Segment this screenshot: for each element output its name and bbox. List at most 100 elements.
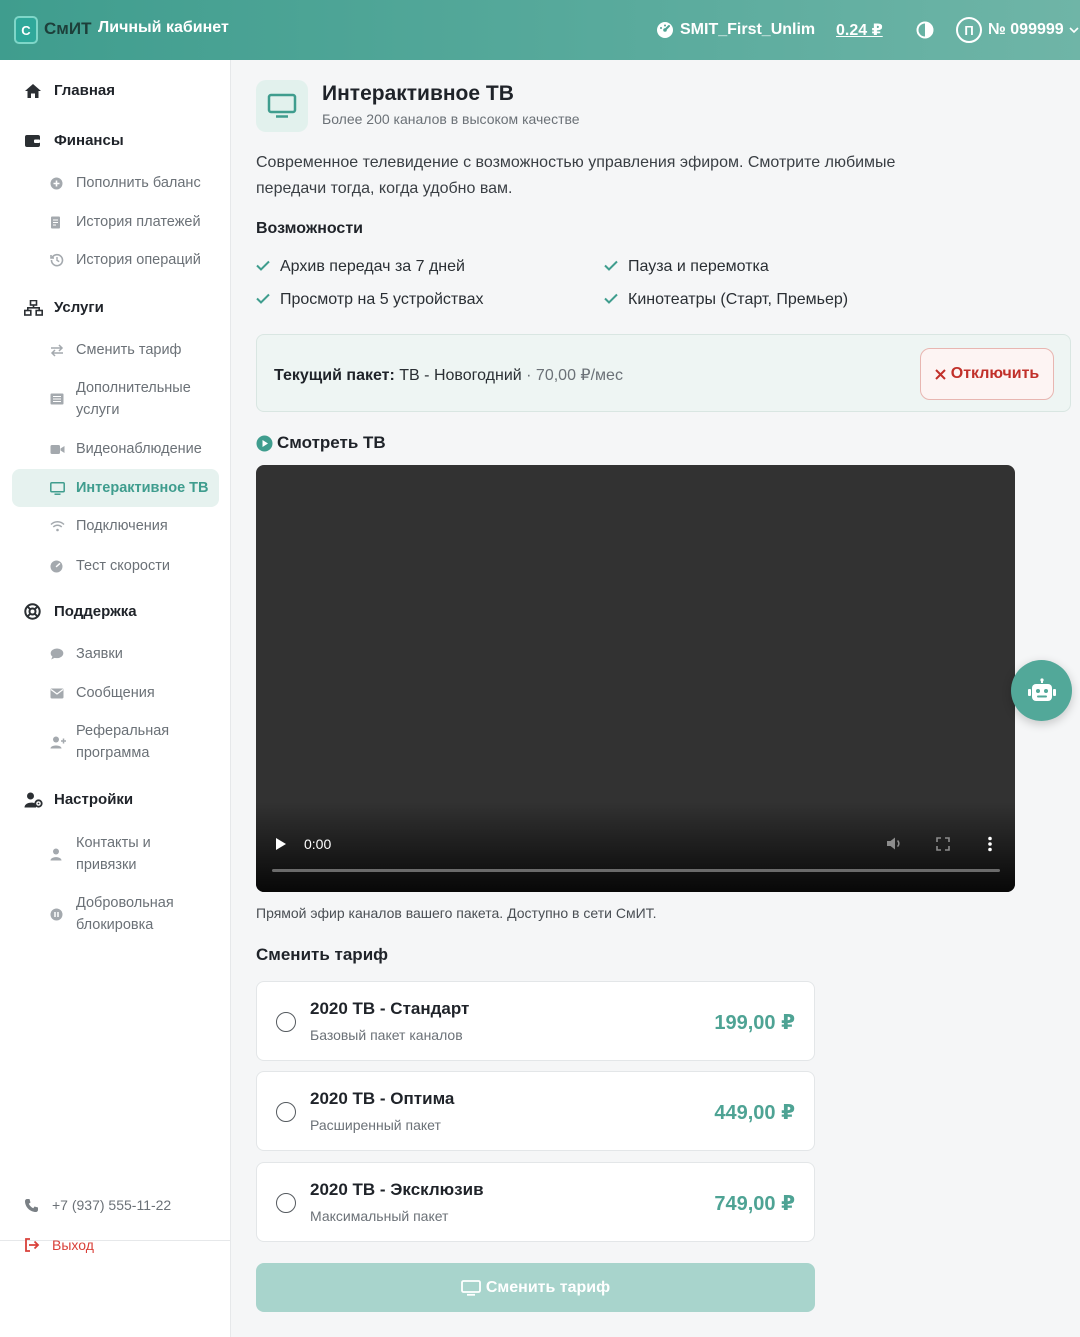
chat-bubble-icon <box>50 648 64 660</box>
logo-icon[interactable]: С <box>14 16 38 44</box>
lifebuoy-icon <box>24 603 41 620</box>
video-time: 0:00 <box>304 836 332 852</box>
support-phone[interactable]: +7 (937) 555-11-22 <box>24 1197 171 1213</box>
sidebar-item-label: Интерактивное ТВ <box>76 480 209 496</box>
tariff-name: 2020 ТВ - Эксклюзив <box>310 1180 484 1199</box>
sidebar-item-speed-test[interactable]: Тест скорости <box>12 547 219 585</box>
feature-label: Кинотеатры (Старт, Премьер) <box>628 291 849 308</box>
video-more-button[interactable] <box>987 836 993 857</box>
sidebar-item-tickets[interactable]: Заявки <box>12 635 219 673</box>
tariff-name: 2020 ТВ - Оптима <box>310 1089 455 1108</box>
check-icon <box>256 258 272 276</box>
pause-circle-icon <box>50 908 63 920</box>
sidebar-section-settings[interactable]: Настройки <box>24 791 133 808</box>
sidebar-item-label: Финансы <box>54 132 124 149</box>
sidebar-item-referral[interactable]: Реферальная программа <box>12 712 219 772</box>
sidebar-item-voluntary-block[interactable]: Добровольная блокировка <box>12 884 219 944</box>
user-icon <box>50 848 62 860</box>
current-package-label: Текущий пакет: <box>274 367 395 384</box>
phone-number: +7 (937) 555-11-22 <box>52 1197 172 1213</box>
check-icon <box>604 258 620 276</box>
sidebar-section-services[interactable]: Услуги <box>24 299 104 316</box>
swap-arrows-icon <box>50 343 64 357</box>
volume-icon <box>887 837 900 850</box>
balance-link[interactable]: 0.24 ₽ <box>836 0 883 60</box>
sidebar-item-payments[interactable]: История платежей <box>12 203 219 241</box>
sidebar-item-messages[interactable]: Сообщения <box>12 674 219 712</box>
video-camera-icon <box>50 444 65 454</box>
sidebar-item-label: Сообщения <box>76 685 155 701</box>
tariff-option[interactable]: 2020 ТВ - Стандарт Базовый пакет каналов… <box>256 981 815 1061</box>
sidebar-item-label: Дополнительные услуги <box>76 380 191 418</box>
sidebar-item-label: Видеонаблюдение <box>76 441 202 457</box>
sidebar-item-extra-services[interactable]: Дополнительные услуги <box>12 369 219 429</box>
tariff-radio[interactable] <box>276 1193 296 1213</box>
feature-item: Кинотеатры (Старт, Премьер) <box>604 291 848 309</box>
volume-button[interactable] <box>886 836 903 856</box>
logout-label: Выход <box>52 1237 94 1253</box>
wifi-icon <box>50 520 65 532</box>
logout-button[interactable]: Выход <box>24 1237 94 1253</box>
service-icon <box>256 80 308 132</box>
sidebar-section-finance[interactable]: Финансы <box>24 132 124 149</box>
account-name: SMIT_First_Unlim <box>680 21 816 38</box>
receipt-icon <box>51 216 60 228</box>
avatar: П <box>956 17 982 43</box>
feature-label: Просмотр на 5 устройствах <box>280 291 484 308</box>
tariff-radio[interactable] <box>276 1102 296 1122</box>
close-icon <box>935 368 946 380</box>
fullscreen-icon <box>936 837 950 851</box>
change-tariff-label: Сменить тариф <box>485 1278 611 1296</box>
current-package-price: · 70,00 ₽/мес <box>526 367 623 384</box>
robot-icon <box>1027 677 1056 701</box>
tariff-option[interactable]: 2020 ТВ - Эксклюзив Максимальный пакет 7… <box>256 1162 815 1242</box>
logout-icon <box>25 1238 40 1252</box>
speedometer-icon <box>50 560 63 572</box>
tariff-description: Расширенный пакет <box>310 1117 441 1133</box>
sidebar-item-change-tariff[interactable]: Сменить тариф <box>12 331 219 369</box>
play-button[interactable] <box>275 837 287 856</box>
current-package-text: Текущий пакет: ТВ - Новогодний · 70,00 ₽… <box>274 365 623 385</box>
tariff-name: 2020 ТВ - Стандарт <box>310 999 470 1018</box>
account-selector[interactable]: SMIT_First_Unlim <box>656 0 815 60</box>
home-icon <box>25 83 41 98</box>
tariff-price: 749,00 ₽ <box>714 1193 795 1215</box>
sidebar-item-label: Реферальная программа <box>76 723 170 761</box>
sidebar-item-contacts[interactable]: Контакты и привязки <box>12 824 219 884</box>
tariff-option[interactable]: 2020 ТВ - Оптима Расширенный пакет 449,0… <box>256 1071 815 1151</box>
disable-package-button[interactable]: Отключить <box>920 348 1054 400</box>
user-gear-icon <box>24 792 43 808</box>
tariff-radio[interactable] <box>276 1012 296 1032</box>
sidebar-item-label: Тест скорости <box>76 558 170 574</box>
video-progress-bar[interactable] <box>272 869 1000 872</box>
fullscreen-button[interactable] <box>936 837 950 856</box>
chat-bot-button[interactable] <box>1011 660 1072 721</box>
current-package-card: Текущий пакет: ТВ - Новогодний · 70,00 ₽… <box>256 334 1071 412</box>
sidebar-section-support[interactable]: Поддержка <box>24 603 137 620</box>
phone-icon <box>25 1198 38 1212</box>
sidebar-item-label: Добровольная блокировка <box>76 895 174 933</box>
check-icon <box>604 291 620 309</box>
sidebar-item-topup[interactable]: Пополнить баланс <box>12 164 219 202</box>
video-player[interactable]: 0:00 <box>256 465 1015 892</box>
sidebar-item-operations[interactable]: История операций <box>12 241 219 279</box>
features-title: Возможности <box>256 220 363 237</box>
theme-toggle[interactable] <box>916 0 934 60</box>
sidebar-item-video-surveillance[interactable]: Видеонаблюдение <box>12 430 219 468</box>
service-description: Современное телевидение с возможностью у… <box>256 154 896 197</box>
sidebar-item-interactive-tv[interactable]: Интерактивное ТВ <box>12 469 219 507</box>
sidebar-item-label: Поддержка <box>54 603 137 620</box>
play-icon <box>276 838 286 850</box>
speedometer-icon <box>657 22 673 38</box>
sidebar-item-connections[interactable]: Подключения <box>12 507 219 545</box>
sidebar-item-label: История платежей <box>76 214 201 230</box>
plus-circle-icon <box>50 177 63 189</box>
sidebar-item-label: Контакты и привязки <box>76 835 151 873</box>
play-circle-icon <box>256 435 273 451</box>
user-menu[interactable]: П № 099999 <box>956 0 1080 60</box>
top-header: С СмИТ Личный кабинет SMIT_First_Unlim 0… <box>0 0 1080 60</box>
video-note: Прямой эфир каналов вашего пакета. Досту… <box>256 905 657 921</box>
envelope-icon <box>50 688 64 698</box>
change-tariff-button[interactable]: Сменить тариф <box>256 1263 815 1312</box>
sidebar-item-home[interactable]: Главная <box>24 82 115 99</box>
